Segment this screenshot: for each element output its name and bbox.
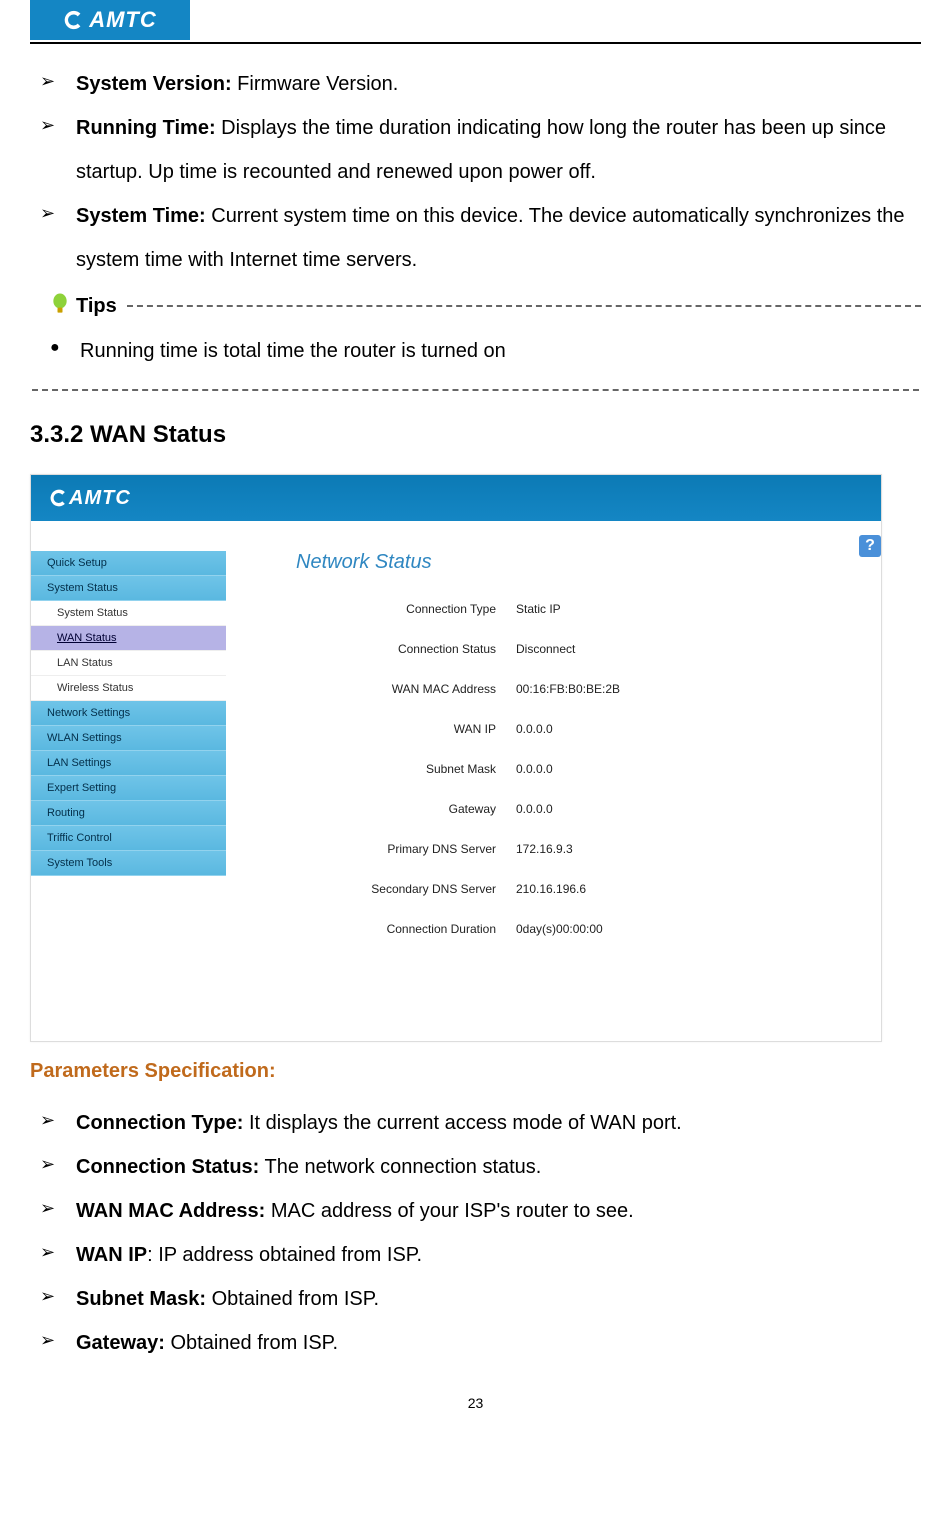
field-label: WAN IP (276, 722, 516, 736)
doc-logo: AMTC (30, 0, 190, 40)
spec-item: Connection Status: The network connectio… (40, 1145, 921, 1189)
swirl-icon (63, 9, 85, 31)
spec-term: Subnet Mask: (76, 1288, 206, 1310)
sidebar-item-lan-settings[interactable]: LAN Settings (31, 751, 226, 776)
field-value: Static IP (516, 602, 561, 616)
spec-term: Connection Type: (76, 1112, 243, 1134)
lightbulb-icon (50, 292, 70, 320)
intro-spec-list: System Version: Firmware Version. Runnin… (40, 62, 921, 282)
spec-term: Connection Status: (76, 1156, 259, 1178)
content-title: Network Status (296, 551, 881, 574)
spec-item: WAN IP: IP address obtained from ISP. (40, 1233, 921, 1277)
sidebar-item-expert-setting[interactable]: Expert Setting (31, 776, 226, 801)
param-spec-list: Connection Type: It displays the current… (40, 1101, 921, 1365)
spec-item: Subnet Mask: Obtained from ISP. (40, 1277, 921, 1321)
doc-logo-text: AMTC (89, 7, 157, 33)
sidebar-subitem-system-status[interactable]: System Status (31, 601, 226, 626)
tips-label: Tips (76, 295, 117, 318)
field-label: Connection Duration (276, 922, 516, 936)
field-value: 0.0.0.0 (516, 762, 553, 776)
spec-desc: The network connection status. (259, 1156, 541, 1178)
field-value: 0.0.0.0 (516, 802, 553, 816)
field-row: Subnet Mask0.0.0.0 (276, 762, 881, 776)
sidebar-subitem-lan-status[interactable]: LAN Status (31, 651, 226, 676)
ui-header-logo: AMTC (49, 487, 131, 510)
field-label: Connection Status (276, 642, 516, 656)
spec-desc: MAC address of your ISP's router to see. (265, 1200, 633, 1222)
field-label: Subnet Mask (276, 762, 516, 776)
field-row: Primary DNS Server172.16.9.3 (276, 842, 881, 856)
spec-desc: Obtained from ISP. (206, 1288, 379, 1310)
tips-dash (127, 305, 921, 307)
ui-logo-text: AMTC (69, 487, 131, 510)
sidebar-item-network-settings[interactable]: Network Settings (31, 701, 226, 726)
field-row: Connection TypeStatic IP (276, 602, 881, 616)
sidebar-item-system-status[interactable]: System Status (31, 576, 226, 601)
field-row: WAN IP0.0.0.0 (276, 722, 881, 736)
tips-row: Tips (30, 292, 921, 320)
spec-desc: Firmware Version. (232, 73, 399, 95)
field-row: Connection StatusDisconnect (276, 642, 881, 656)
field-label: Primary DNS Server (276, 842, 516, 856)
swirl-icon (49, 488, 69, 508)
field-row: WAN MAC Address00:16:FB:B0:BE:2B (276, 682, 881, 696)
field-row: Gateway0.0.0.0 (276, 802, 881, 816)
sidebar-item-traffic-control[interactable]: Triffic Control (31, 826, 226, 851)
spec-item: System Time: Current system time on this… (40, 194, 921, 282)
field-value: 172.16.9.3 (516, 842, 573, 856)
field-value: Disconnect (516, 642, 575, 656)
field-value: 210.16.196.6 (516, 882, 586, 896)
field-row: Connection Duration0day(s)00:00:00 (276, 922, 881, 936)
page-number: 23 (30, 1395, 921, 1411)
sidebar-item-system-tools[interactable]: System Tools (31, 851, 226, 876)
spec-item: Running Time: Displays the time duration… (40, 106, 921, 194)
field-value: 00:16:FB:B0:BE:2B (516, 682, 620, 696)
spec-item: Gateway: Obtained from ISP. (40, 1321, 921, 1365)
field-label: WAN MAC Address (276, 682, 516, 696)
spec-desc: Obtained from ISP. (165, 1332, 338, 1354)
field-value: 0.0.0.0 (516, 722, 553, 736)
sidebar-item-routing[interactable]: Routing (31, 801, 226, 826)
spec-item: Connection Type: It displays the current… (40, 1101, 921, 1145)
tips-list: Running time is total time the router is… (50, 335, 921, 367)
ui-header: AMTC (31, 475, 881, 521)
section-heading: 3.3.2 WAN Status (30, 421, 921, 449)
spec-term: System Time: (76, 205, 206, 227)
sidebar-item-wlan-settings[interactable]: WLAN Settings (31, 726, 226, 751)
field-label: Secondary DNS Server (276, 882, 516, 896)
field-row: Secondary DNS Server210.16.196.6 (276, 882, 881, 896)
sidebar-item-quick-setup[interactable]: Quick Setup (31, 551, 226, 576)
spec-term: Running Time: (76, 117, 216, 139)
content-pane: Network Status Connection TypeStatic IP … (226, 521, 881, 1041)
spec-term: Gateway: (76, 1332, 165, 1354)
spec-term: WAN IP (76, 1244, 147, 1266)
field-label: Gateway (276, 802, 516, 816)
header-rule (30, 42, 921, 44)
spec-item: System Version: Firmware Version. (40, 62, 921, 106)
sidebar-subitem-wireless-status[interactable]: Wireless Status (31, 676, 226, 701)
sidebar: Quick Setup System Status System Status … (31, 521, 226, 1041)
tips-end-dash (32, 389, 919, 391)
sidebar-subitem-wan-status[interactable]: WAN Status (31, 626, 226, 651)
spec-term: WAN MAC Address: (76, 1200, 265, 1222)
spec-term: System Version: (76, 73, 232, 95)
spec-desc: : IP address obtained from ISP. (147, 1244, 422, 1266)
field-value: 0day(s)00:00:00 (516, 922, 603, 936)
tips-item: Running time is total time the router is… (50, 335, 921, 367)
router-ui-screenshot: AMTC ? Quick Setup System Status System … (30, 474, 882, 1042)
field-label: Connection Type (276, 602, 516, 616)
spec-item: WAN MAC Address: MAC address of your ISP… (40, 1189, 921, 1233)
spec-desc: It displays the current access mode of W… (243, 1112, 681, 1134)
param-spec-heading: Parameters Specification: (30, 1060, 921, 1083)
